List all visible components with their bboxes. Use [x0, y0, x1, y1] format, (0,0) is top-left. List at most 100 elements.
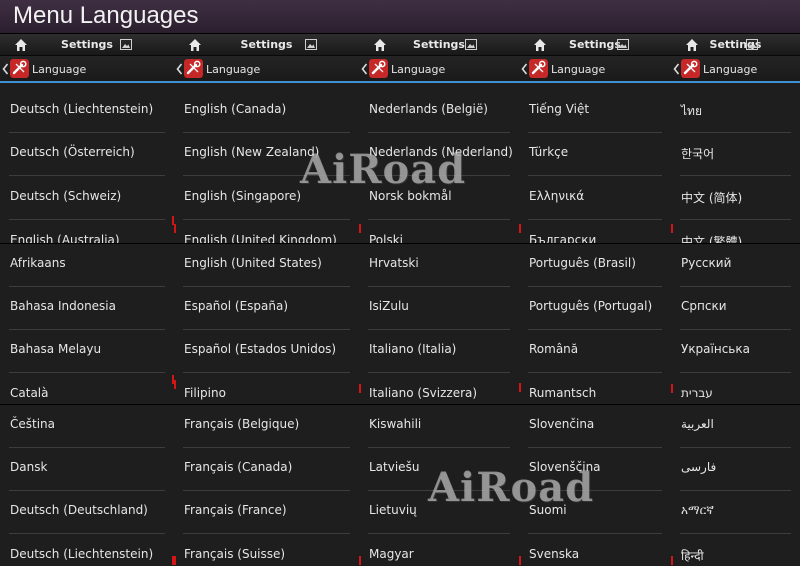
- language-option[interactable]: العربية: [671, 405, 800, 448]
- language-option[interactable]: Deutsch (Schweiz): [0, 177, 174, 220]
- language-option[interactable]: Français (Canada): [174, 448, 359, 491]
- row-divider: [9, 219, 165, 220]
- language-header[interactable]: Language: [174, 56, 359, 83]
- language-option[interactable]: Magyar: [359, 535, 519, 566]
- language-option[interactable]: English (Australia): [0, 221, 174, 244]
- language-option-label: فارسی: [681, 460, 717, 474]
- language-option-label: 中文 (简体): [681, 191, 743, 205]
- language-option-label: English (United States): [184, 256, 322, 270]
- language-option[interactable]: Bahasa Indonesia: [0, 287, 174, 330]
- list-section-1: Tiếng Việt Türkçe Ελληνικά Български: [519, 83, 671, 244]
- language-option-label: Kiswahili: [369, 417, 422, 431]
- image-icon[interactable]: [305, 39, 317, 50]
- row-divider: [368, 219, 510, 220]
- image-icon[interactable]: [465, 39, 477, 50]
- language-option[interactable]: हिन्दी: [671, 535, 800, 566]
- language-option[interactable]: Deutsch (Österreich): [0, 133, 174, 176]
- language-option[interactable]: Español (Estados Unidos): [174, 330, 359, 373]
- language-option-label: Русский: [681, 256, 732, 270]
- language-option-label: Bahasa Indonesia: [10, 299, 116, 313]
- language-option[interactable]: Italiano (Svizzera): [359, 374, 519, 405]
- language-option[interactable]: Rumantsch: [519, 374, 671, 405]
- language-option[interactable]: עברית: [671, 374, 800, 405]
- language-option-label: Afrikaans: [10, 256, 66, 270]
- language-option-label: Italiano (Italia): [369, 342, 457, 356]
- language-option[interactable]: ไทย: [671, 90, 800, 133]
- chevron-left-icon[interactable]: [361, 62, 368, 76]
- language-option[interactable]: Ελληνικά: [519, 177, 671, 220]
- chevron-left-icon[interactable]: [521, 62, 528, 76]
- language-option[interactable]: Tiếng Việt: [519, 90, 671, 133]
- language-settings-icon: [529, 59, 548, 78]
- language-option-label: Lietuvių: [369, 503, 417, 517]
- language-option[interactable]: Türkçe: [519, 133, 671, 176]
- language-option[interactable]: Deutsch (Deutschland): [0, 491, 174, 534]
- language-settings-icon: [681, 59, 700, 78]
- language-option[interactable]: Français (Suisse): [174, 535, 359, 566]
- chevron-left-icon[interactable]: [2, 62, 9, 76]
- language-option[interactable]: Bahasa Melayu: [0, 330, 174, 373]
- language-option[interactable]: Italiano (Italia): [359, 330, 519, 373]
- language-option[interactable]: 한국어: [671, 133, 800, 176]
- language-option[interactable]: Русский: [671, 244, 800, 287]
- language-option[interactable]: Hrvatski: [359, 244, 519, 287]
- language-header[interactable]: Language: [359, 56, 519, 83]
- list-section-3: Français (Belgique) Français (Canada) Fran…: [174, 405, 359, 566]
- language-option[interactable]: Български: [519, 221, 671, 244]
- language-option-label: Français (Canada): [184, 460, 293, 474]
- language-option[interactable]: Deutsch (Liechtenstein): [0, 535, 174, 566]
- language-option[interactable]: Français (France): [174, 491, 359, 534]
- language-option[interactable]: Čeština: [0, 405, 174, 448]
- language-option[interactable]: English (Canada): [174, 90, 359, 133]
- image-icon[interactable]: [617, 39, 629, 50]
- list-section-2: Русский Српски Українська עברית: [671, 244, 800, 405]
- language-option[interactable]: አማርኛ: [671, 491, 800, 534]
- language-header[interactable]: Language: [671, 56, 800, 83]
- language-option[interactable]: English (United Kingdom): [174, 221, 359, 244]
- language-option[interactable]: Polski: [359, 221, 519, 244]
- language-option-label: Latviešu: [369, 460, 420, 474]
- row-divider: [9, 372, 165, 373]
- list-section-1: Deutsch (Liechtenstein) Deutsch (Österrei…: [0, 83, 174, 244]
- scroll-marker: [174, 380, 176, 389]
- language-option[interactable]: English (United States): [174, 244, 359, 287]
- language-option[interactable]: Dansk: [0, 448, 174, 491]
- language-option[interactable]: Српски: [671, 287, 800, 330]
- scroll-marker: [359, 384, 361, 393]
- language-option-label: Rumantsch: [529, 386, 597, 400]
- language-option[interactable]: Afrikaans: [0, 244, 174, 287]
- scroll-marker: [174, 224, 176, 233]
- image-icon[interactable]: [120, 39, 132, 50]
- language-option[interactable]: Deutsch (Liechtenstein): [0, 90, 174, 133]
- language-option[interactable]: Română: [519, 330, 671, 373]
- language-option[interactable]: 中文 (简体): [671, 177, 800, 220]
- language-option[interactable]: Português (Brasil): [519, 244, 671, 287]
- language-option[interactable]: Slovenčina: [519, 405, 671, 448]
- chevron-left-icon[interactable]: [673, 62, 680, 76]
- language-option[interactable]: 中文 (繁體): [671, 221, 800, 244]
- section-divider: [174, 243, 359, 244]
- language-option[interactable]: IsiZulu: [359, 287, 519, 330]
- language-header[interactable]: Language: [0, 56, 174, 83]
- language-option[interactable]: Català: [0, 374, 174, 405]
- language-option[interactable]: Português (Portugal): [519, 287, 671, 330]
- language-option[interactable]: Español (España): [174, 287, 359, 330]
- language-option[interactable]: Svenska: [519, 535, 671, 566]
- language-header-label: Language: [391, 63, 446, 76]
- language-option[interactable]: Kiswahili: [359, 405, 519, 448]
- language-option-label: Français (Belgique): [184, 417, 300, 431]
- language-option-label: עברית: [681, 386, 713, 400]
- language-option[interactable]: فارسی: [671, 448, 800, 491]
- language-list: ไทย 한국어 中文 (简体) 中文 (繁體) Русский Српски Українс…: [671, 83, 800, 566]
- chevron-left-icon[interactable]: [176, 62, 183, 76]
- language-option-label: Español (Estados Unidos): [184, 342, 337, 356]
- title-bar: Menu Languages: [0, 0, 800, 34]
- language-option[interactable]: Français (Belgique): [174, 405, 359, 448]
- list-section-2: Hrvatski IsiZulu Italiano (Italia) Italiano…: [359, 244, 519, 405]
- language-header[interactable]: Language: [519, 56, 671, 83]
- language-option[interactable]: Nederlands (België): [359, 90, 519, 133]
- language-option[interactable]: Українська: [671, 330, 800, 373]
- language-option[interactable]: Filipino: [174, 374, 359, 405]
- language-option-label: Čeština: [10, 417, 56, 431]
- image-icon[interactable]: [746, 39, 758, 50]
